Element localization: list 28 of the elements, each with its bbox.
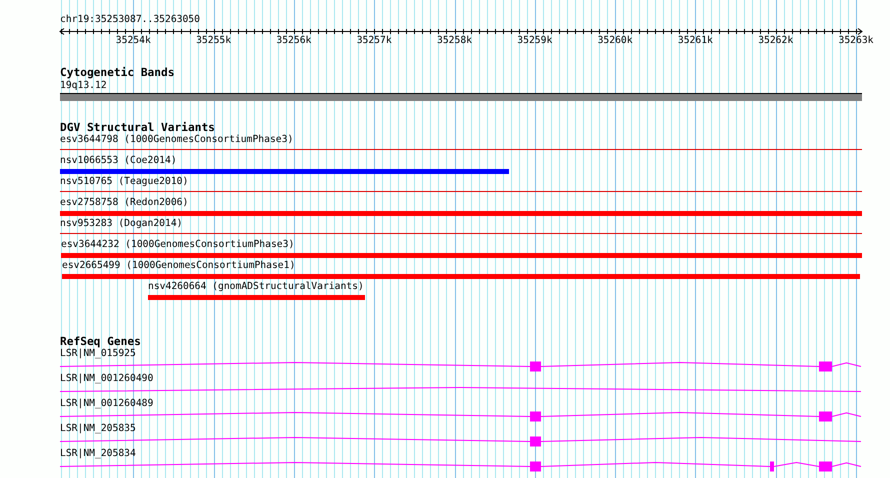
gene-label[interactable]: LSR|NM_001260489 <box>60 398 154 410</box>
track-title: DGV Structural Variants <box>60 122 215 134</box>
tick-label: 35260k <box>598 35 633 46</box>
variant-label[interactable]: nsv1066553 (Coe2014) <box>60 155 177 167</box>
tick-label: 35259k <box>517 35 552 46</box>
track-title: RefSeq Genes <box>60 336 141 348</box>
gene-label[interactable]: LSR|NM_205834 <box>60 448 136 460</box>
variant-label[interactable]: esv3644798 (1000GenomesConsortiumPhase3) <box>60 134 294 146</box>
location-label: chr19:35253087..35263050 <box>60 14 200 26</box>
tick-label: 35255k <box>196 35 232 46</box>
band-label: 19q13.12 <box>60 80 107 92</box>
tick-label: 35257k <box>356 35 392 46</box>
variant-label[interactable]: nsv4260664 (gnomADStructuralVariants) <box>148 281 364 293</box>
variant-label[interactable]: esv2758758 (Redon2006) <box>60 197 188 209</box>
tick-label: 35258k <box>437 35 472 46</box>
tick-label: 35256k <box>276 35 312 46</box>
variant-label[interactable]: esv2665499 (1000GenomesConsortiumPhase1) <box>62 260 296 272</box>
variant-label[interactable]: nsv953283 (Dogan2014) <box>60 218 182 230</box>
tick-label: 35254k <box>116 35 151 46</box>
tick-label: 35263k <box>838 35 874 46</box>
tick-label: 35262k <box>758 35 794 46</box>
track-title: Cytogenetic Bands <box>60 67 175 79</box>
tick-label: 35261k <box>678 35 713 46</box>
gene-label[interactable]: LSR|NM_001260490 <box>60 373 154 385</box>
gene-label[interactable]: LSR|NM_015925 <box>60 348 136 360</box>
gene-label[interactable]: LSR|NM_205835 <box>60 423 136 435</box>
variant-label[interactable]: nsv510765 (Teague2010) <box>60 176 188 188</box>
variant-label[interactable]: esv3644232 (1000GenomesConsortiumPhase3) <box>61 239 294 251</box>
